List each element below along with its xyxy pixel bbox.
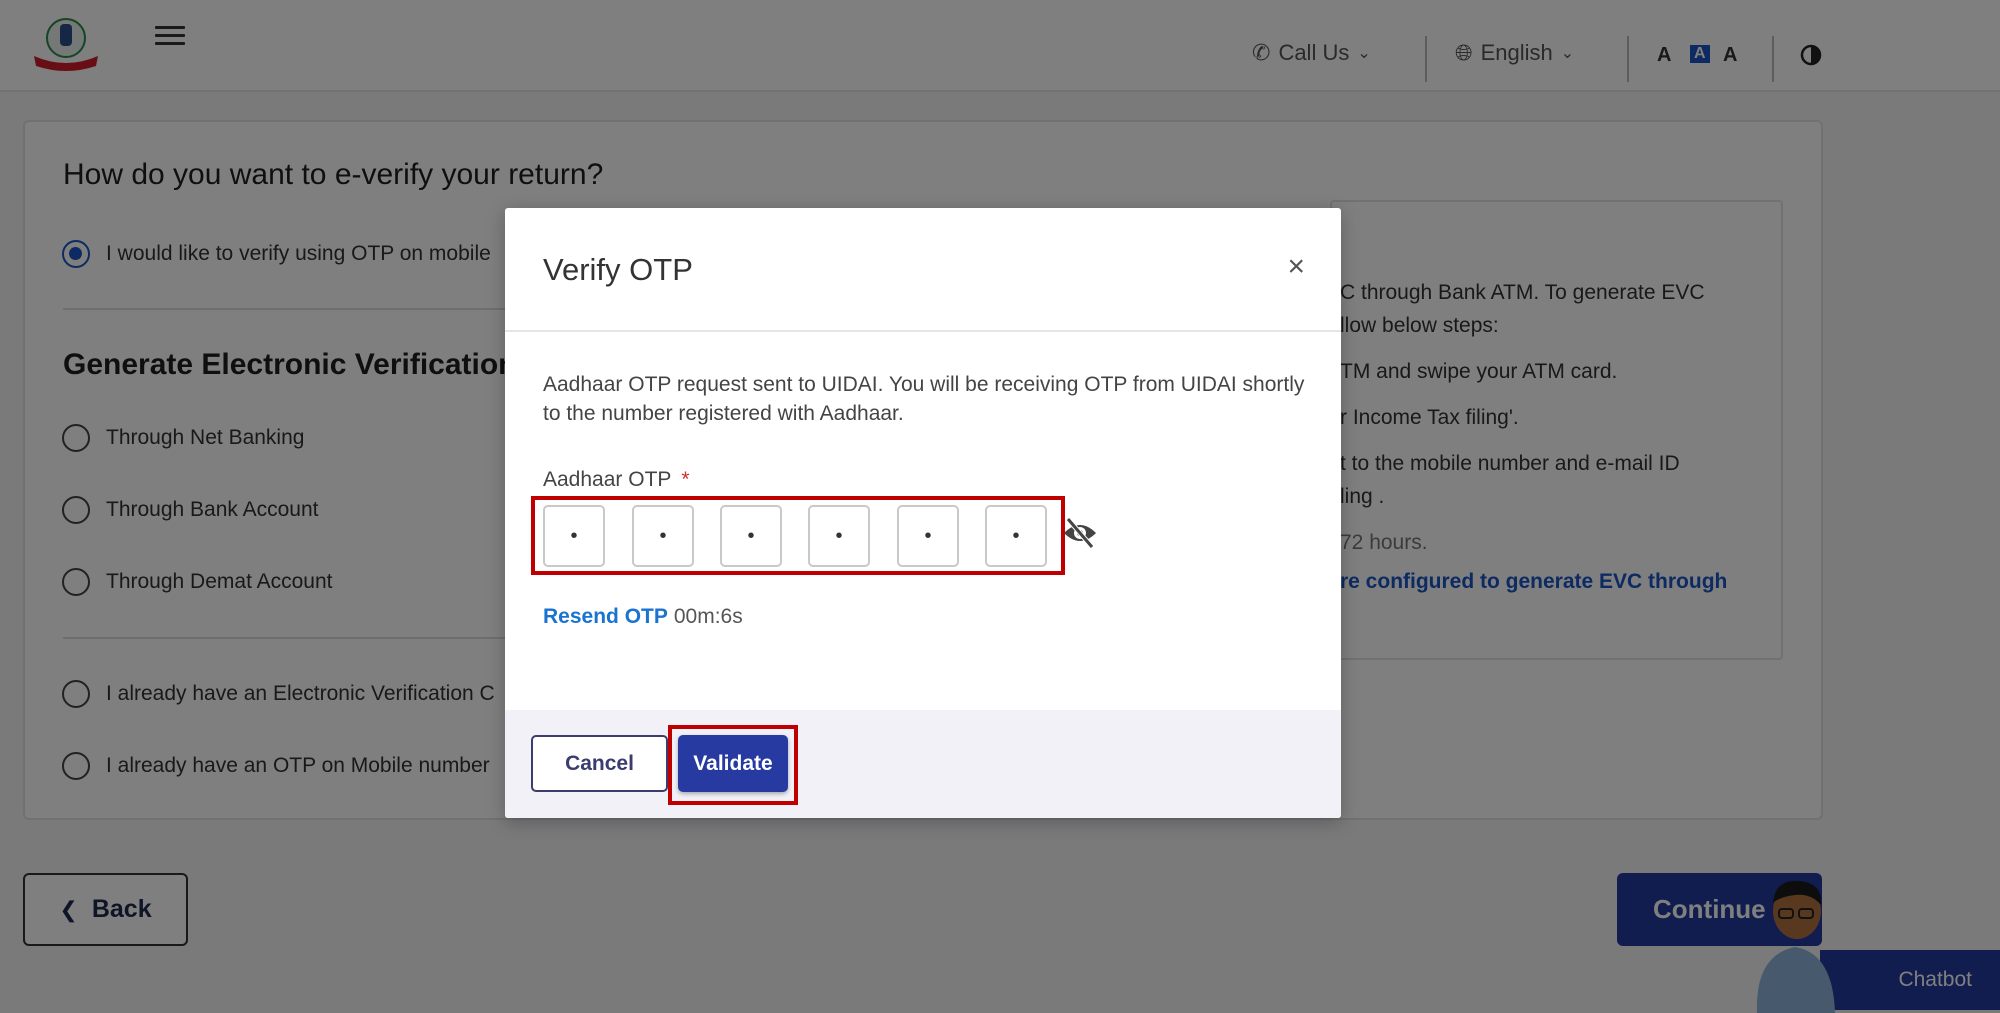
- otp-sent-message: Aadhaar OTP request sent to UIDAI. You w…: [543, 373, 1305, 425]
- resend-otp-row: Resend OTP 00m:6s: [543, 605, 743, 629]
- verify-otp-modal: Verify OTP × Aadhaar OTP request sent to…: [505, 208, 1341, 818]
- resend-timer: 00m:6s: [673, 605, 743, 628]
- eye-slash-icon[interactable]: [1060, 513, 1100, 553]
- modal-title: Verify OTP: [543, 252, 693, 287]
- modal-divider: [505, 330, 1341, 332]
- required-asterisk: *: [681, 468, 690, 491]
- otp-digit-input-5[interactable]: •: [897, 505, 959, 567]
- cancel-button[interactable]: Cancel: [531, 735, 668, 792]
- otp-digit-input-1[interactable]: •: [543, 505, 605, 567]
- otp-digit-input-4[interactable]: •: [808, 505, 870, 567]
- otp-field-label: Aadhaar OTP *: [543, 468, 690, 492]
- close-icon[interactable]: ×: [1287, 252, 1305, 282]
- otp-digit-input-6[interactable]: •: [985, 505, 1047, 567]
- otp-label-text: Aadhaar OTP: [543, 468, 672, 491]
- otp-digit-input-3[interactable]: •: [720, 505, 782, 567]
- otp-digit-input-2[interactable]: •: [632, 505, 694, 567]
- validate-button[interactable]: Validate: [678, 735, 788, 792]
- resend-otp-link[interactable]: Resend OTP: [543, 605, 668, 628]
